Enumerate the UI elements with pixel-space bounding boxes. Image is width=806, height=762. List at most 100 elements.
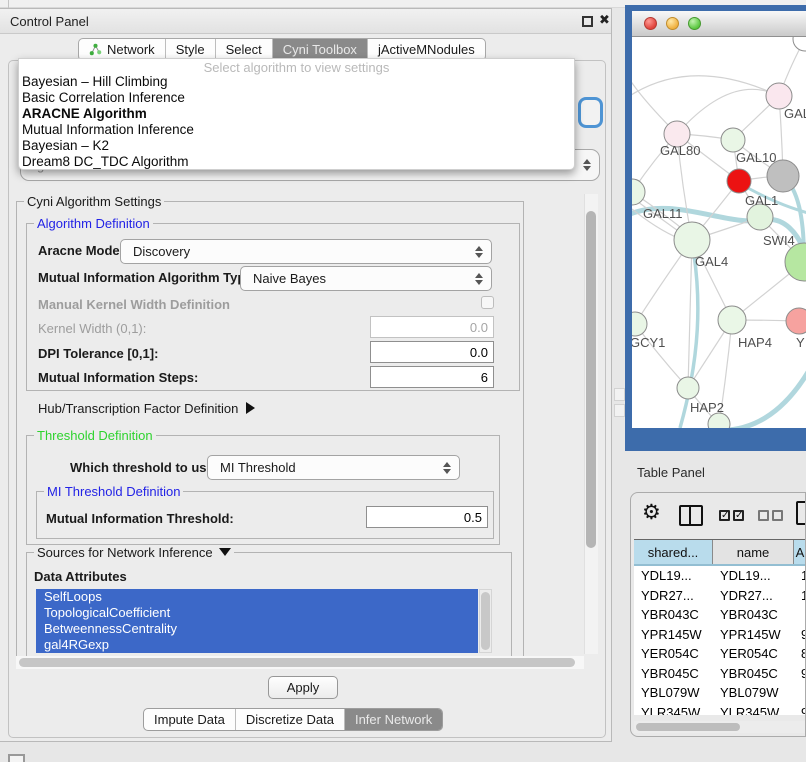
control-panel-titlebar[interactable]: Control Panel ✖ [0,9,611,34]
gear-icon[interactable]: ⚙ [642,502,661,523]
list-item-betweennesscentrality[interactable]: BetweennessCentrality [36,621,478,637]
tab-cyni-toolbox-label: Cyni Toolbox [283,42,357,57]
control-panel-title: Control Panel [10,14,89,29]
list-scrollbar[interactable] [479,589,492,653]
tab-select[interactable]: Select [216,39,273,60]
table-row[interactable]: YBR043C YBR043C [634,605,806,625]
sources-group-title[interactable]: Sources for Network Inference [34,545,234,560]
unchecked-checkbox-icon[interactable] [758,510,769,521]
combo-spinner-icon [475,246,482,258]
network-node-gal10[interactable] [721,128,745,152]
network-node-gal11[interactable] [632,179,645,205]
dropdown-item-basic-correlation[interactable]: Basic Correlation Inference [19,90,574,106]
tab-discretize-data[interactable]: Discretize Data [236,709,345,730]
aracne-mode-combo[interactable]: Discovery [120,239,492,264]
checked-checkbox-icon[interactable]: ✓ [719,510,730,521]
network-node-gal4[interactable] [674,222,710,258]
dpi-tolerance-field[interactable] [370,341,494,363]
aracne-mode-label: Aracne Mode: [38,243,124,258]
network-node-hap4[interactable] [718,306,746,334]
dropdown-item-bayesian-k2[interactable]: Bayesian – K2 [19,138,574,154]
table-row[interactable]: YLR345W YLR345W 9. [634,703,806,716]
close-icon[interactable]: ✖ [599,12,610,28]
splitter-expand-button[interactable] [614,404,625,417]
manual-kernel-checkbox[interactable] [481,296,494,309]
cell: YLR345W [634,705,713,715]
tab-jactivemnodules[interactable]: jActiveMNodules [368,39,485,60]
network-node-hap2[interactable] [677,377,699,399]
column-header-shared[interactable]: shared... [634,540,713,564]
node-label: GAL4 [695,254,728,269]
node-label: GAL [784,106,806,121]
columns-icon[interactable] [679,505,703,526]
kernel-width-field[interactable] [370,316,494,338]
table-horizontal-scrollbar[interactable] [634,721,806,733]
tab-impute-data[interactable]: Impute Data [144,709,236,730]
data-attributes-list[interactable]: SelfLoops TopologicalCoefficient Between… [36,589,478,653]
document-icon[interactable] [796,501,806,525]
data-attributes-label: Data Attributes [34,569,127,584]
network-node[interactable] [793,37,806,51]
dropdown-item-bayesian-hill-climbing[interactable]: Bayesian – Hill Climbing [19,74,574,90]
table-header-row: shared... name A [634,540,806,566]
splitter-collapse-button[interactable] [614,388,625,401]
list-scrollbar-thumb[interactable] [481,592,490,650]
float-window-icon[interactable] [582,16,593,27]
corner-widget[interactable] [8,754,25,762]
dropdown-item-mutual-information[interactable]: Mutual Information Inference [19,122,574,138]
tab-infer-network[interactable]: Infer Network [345,709,442,730]
network-canvas[interactable]: GAL GAL80 GAL10 GAL1 GAL11 SWI4 GAL4 GCY… [632,37,806,428]
which-threshold-combo[interactable]: MI Threshold [207,455,460,480]
zoom-traffic-light-icon[interactable] [688,17,701,30]
focused-button[interactable] [578,97,603,128]
node-label: Y [796,335,805,350]
list-item-topologicalcoefficient[interactable]: TopologicalCoefficient [36,605,478,621]
dropdown-item-dream8[interactable]: Dream8 DC_TDC Algorithm [19,154,574,170]
column-header-cut[interactable]: A [794,540,806,564]
unchecked-checkbox-icon[interactable] [772,510,783,521]
network-node[interactable] [786,308,806,334]
mi-steps-label: Mutual Information Steps: [38,370,198,385]
minimize-traffic-light-icon[interactable] [666,17,679,30]
list-item-gal4rgexp[interactable]: gal4RGexp [36,637,478,653]
list-item-selfloops[interactable]: SelfLoops [36,589,478,605]
mi-type-combo[interactable]: Naive Bayes [240,266,492,291]
table-row[interactable]: YBR045C YBR045C 9. [634,664,806,684]
node-label: GAL11 [643,206,683,221]
tab-style-label: Style [176,42,205,57]
dropdown-item-aracne[interactable]: ARACNE Algorithm [19,106,574,122]
cell: YDR27... [713,588,794,603]
tab-cyni-toolbox[interactable]: Cyni Toolbox [273,39,368,60]
table-row[interactable]: YDL19... YDL19... 13 [634,566,806,586]
table-horizontal-scrollbar-thumb[interactable] [636,723,740,731]
network-window-titlebar[interactable] [632,11,806,37]
apply-button[interactable]: Apply [268,676,338,699]
node-label: GCY1 [632,335,665,350]
checked-checkbox-icon[interactable]: ✓ [733,510,744,521]
table-row[interactable]: YPR145W YPR145W 9. [634,625,806,645]
hub-definition-toggle[interactable]: Hub/Transcription Factor Definition [38,401,255,416]
settings-horizontal-scrollbar-thumb[interactable] [19,658,575,667]
cell: YPR145W [713,627,794,642]
tab-discretize-data-label: Discretize Data [246,712,334,727]
table-row[interactable]: YDR27... YDR27... 12 [634,586,806,606]
manual-kernel-label: Manual Kernel Width Definition [38,297,230,312]
column-header-name[interactable]: name [713,540,794,564]
network-node-gcy1[interactable] [632,312,647,336]
mi-threshold-field[interactable] [366,506,488,528]
network-graph[interactable]: GAL GAL80 GAL10 GAL1 GAL11 SWI4 GAL4 GCY… [632,37,806,428]
mi-steps-field[interactable] [370,366,494,388]
cell: YER054C [713,646,794,661]
expanded-arrow-icon [219,548,231,556]
node-label: GAL80 [660,143,700,158]
mi-type-value: Naive Bayes [253,271,326,286]
algorithm-dropdown-popup: Select algorithm to view settings Bayesi… [18,58,575,170]
table-row[interactable]: YBL079W YBL079W [634,683,806,703]
cell: YBR043C [634,607,713,622]
tab-network[interactable]: Network [79,39,166,60]
close-traffic-light-icon[interactable] [644,17,657,30]
table-row[interactable]: YER054C YER054C 8. [634,644,806,664]
network-node-gal1[interactable] [727,169,751,193]
settings-vertical-scrollbar-thumb[interactable] [586,211,596,548]
tab-style[interactable]: Style [166,39,216,60]
